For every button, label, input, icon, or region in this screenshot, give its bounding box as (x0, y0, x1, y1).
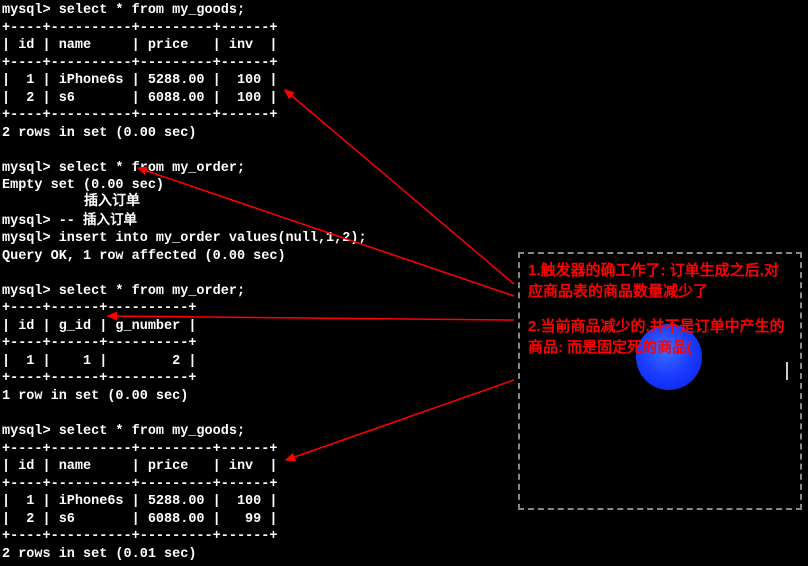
annotation-panel: 1.触发器的确工作了: 订单生成之后,对应商品表的商品数量减少了 2.当前商品减… (518, 252, 802, 510)
annotation-note-1: 1.触发器的确工作了: 订单生成之后,对应商品表的商品数量减少了 (528, 260, 792, 302)
annotation-note-2: 2.当前商品减少的,并不是订单中产生的商品: 而是固定死的商品( (528, 316, 792, 358)
text-cursor (786, 362, 788, 380)
insert-order-label: 插入订单 (84, 191, 140, 209)
